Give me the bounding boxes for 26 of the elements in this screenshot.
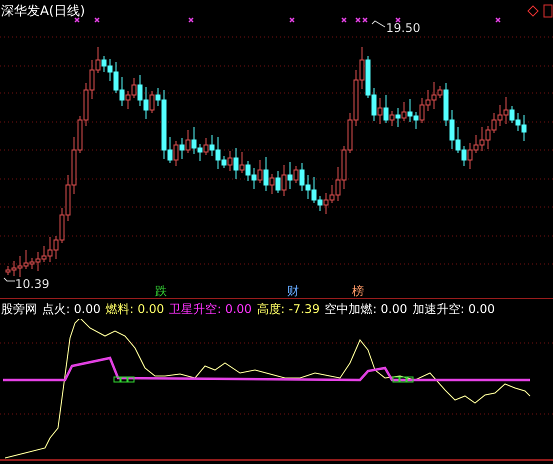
event-tag: 榜 bbox=[352, 284, 364, 298]
indicator-value: 卫星升空: 0.00 bbox=[169, 300, 252, 318]
cross-marker-icon bbox=[395, 17, 401, 23]
cross-marker-icon bbox=[94, 17, 100, 23]
chart-title: 深华发A(日线) bbox=[1, 4, 86, 19]
indicator-value: 燃料: 0.00 bbox=[106, 300, 164, 318]
leader-line bbox=[372, 20, 386, 28]
leader-line bbox=[4, 278, 16, 282]
high-price-label: 19.50 bbox=[386, 21, 420, 35]
signal-box-icon bbox=[392, 376, 414, 382]
indicator-value: 空中加燃: 0.00 bbox=[324, 300, 408, 318]
indicator-value: 加速升空: 0.00 bbox=[412, 300, 495, 318]
square-icon[interactable] bbox=[544, 4, 552, 18]
event-tag: 跌 bbox=[155, 284, 167, 298]
cross-marker-icon bbox=[495, 17, 501, 23]
signal-box-icon bbox=[114, 376, 134, 382]
cross-marker-icon bbox=[289, 17, 295, 23]
low-price-label: 10.39 bbox=[15, 277, 50, 291]
indicator-value: 高度: -7.39 bbox=[256, 300, 320, 318]
cross-marker-icon bbox=[74, 17, 80, 23]
cross-marker-icon bbox=[188, 17, 194, 23]
event-tag: 财 bbox=[287, 284, 299, 298]
cross-marker-icon bbox=[341, 17, 347, 23]
diamond-icon[interactable] bbox=[527, 5, 539, 17]
indicator-name: 股旁网 bbox=[1, 300, 37, 318]
indicator-value: 点火: 0.00 bbox=[42, 300, 101, 318]
